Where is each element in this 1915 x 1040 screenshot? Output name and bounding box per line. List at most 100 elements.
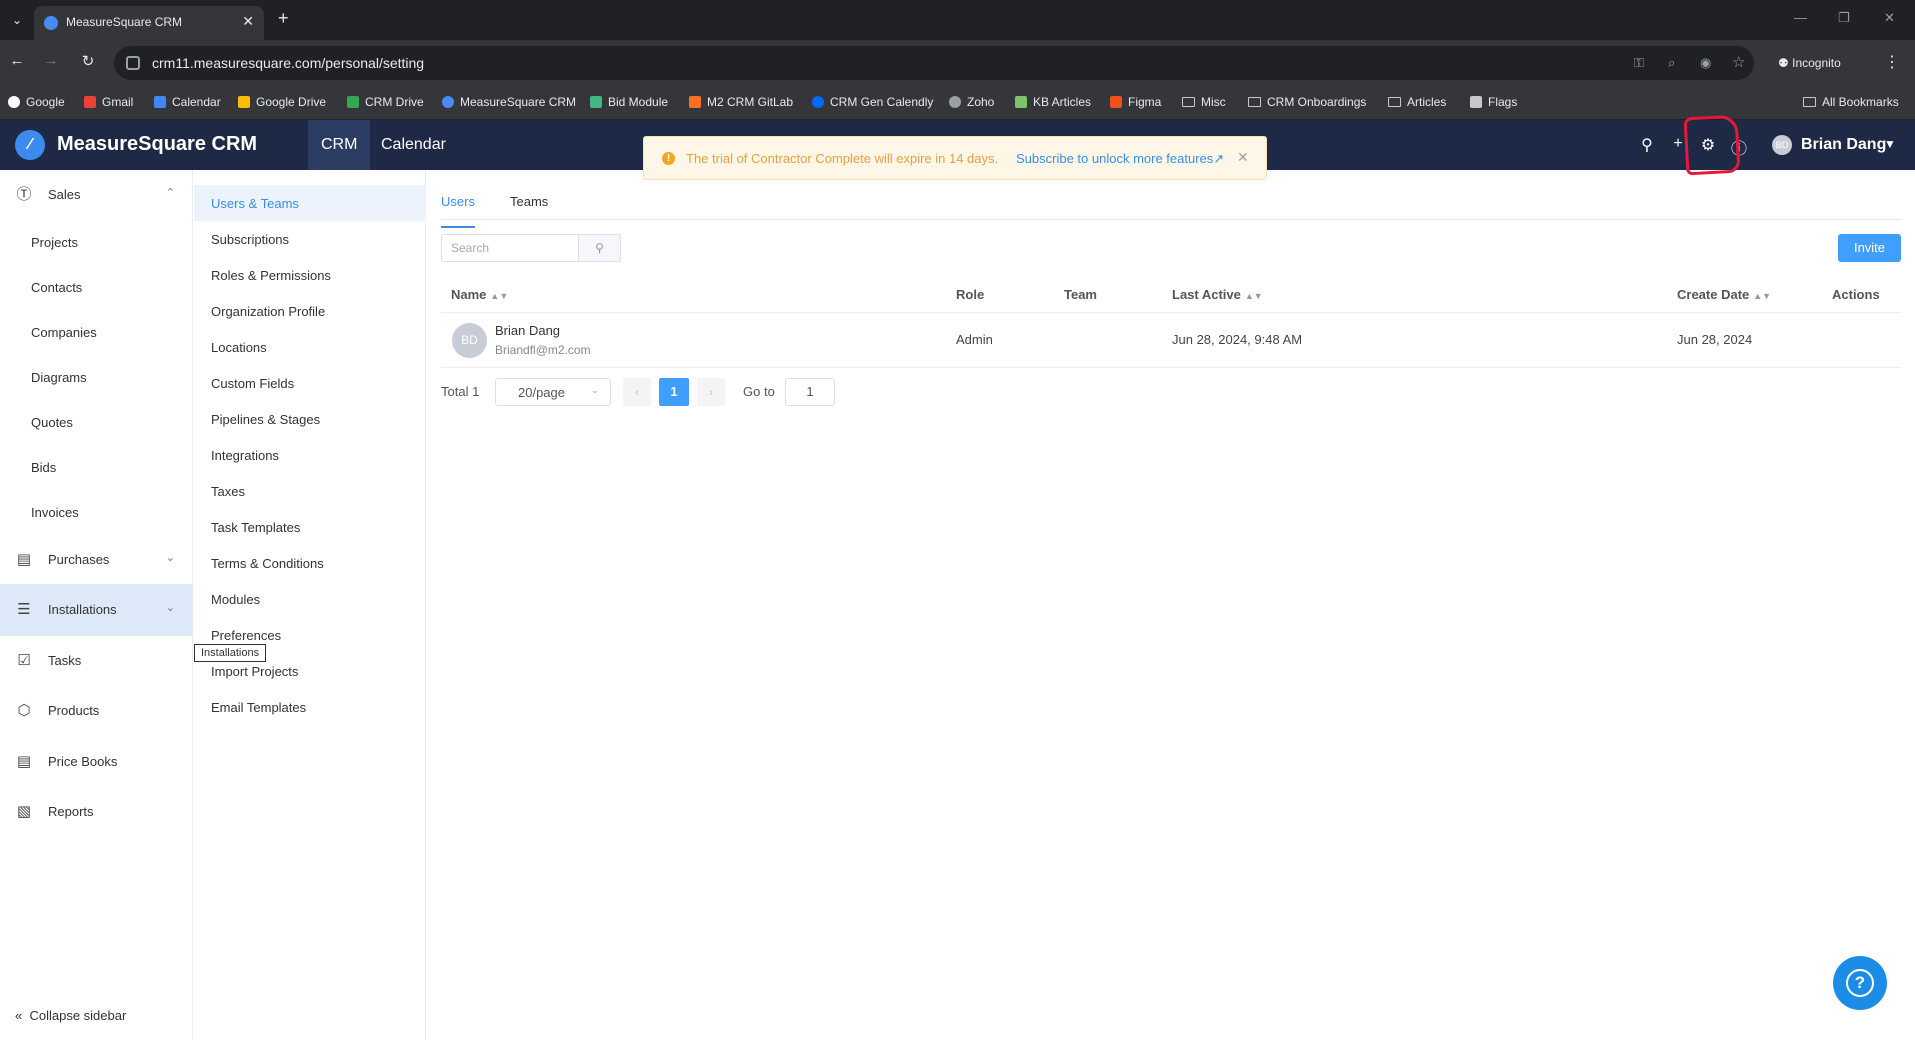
minimize-icon[interactable]: — xyxy=(1794,10,1807,25)
settings-item-locations[interactable]: Locations xyxy=(194,329,426,365)
app-title[interactable]: MeasureSquare CRM xyxy=(57,133,257,156)
table-row[interactable]: BD Brian Dang Briandfl@m2.com Admin Jun … xyxy=(441,313,1901,368)
bookmark-folder-misc[interactable]: Misc xyxy=(1182,95,1226,109)
bookmark-kb-articles[interactable]: KB Articles xyxy=(1015,95,1091,109)
search-icon: ⚲ xyxy=(595,241,604,255)
sidebar-item-tasks[interactable]: ☑ Tasks xyxy=(0,639,193,683)
search-button[interactable]: ⚲ xyxy=(578,234,621,262)
bookmark-calendly[interactable]: CRM Gen Calendly xyxy=(812,95,933,109)
bookmark-crm-drive[interactable]: CRM Drive xyxy=(347,95,424,109)
calendly-icon xyxy=(812,96,824,108)
avatar[interactable]: BD xyxy=(1772,135,1792,155)
settings-item-subscriptions[interactable]: Subscriptions xyxy=(194,221,426,257)
goto-page-input[interactable]: 1 xyxy=(785,378,835,406)
bookmark-google[interactable]: Google xyxy=(8,95,65,109)
page-size-select[interactable]: 20/page ⌄ xyxy=(495,378,611,406)
bookmark-bid-module[interactable]: Bid Module xyxy=(590,95,668,109)
column-header-name[interactable]: Name ▲▼ xyxy=(451,287,508,302)
close-window-icon[interactable]: ✕ xyxy=(1884,10,1895,26)
sidebar-item-bids[interactable]: Bids xyxy=(31,460,56,475)
settings-item-task-templates[interactable]: Task Templates xyxy=(194,509,426,545)
incognito-indicator[interactable]: ⚉ Incognito xyxy=(1768,49,1851,77)
total-count: Total 1 xyxy=(441,384,480,399)
collapse-sidebar-button[interactable]: « Collapse sidebar xyxy=(15,1008,126,1023)
sidebar-item-reports[interactable]: ▧ Reports xyxy=(0,790,193,834)
tab-crm[interactable]: CRM xyxy=(308,120,371,170)
sidebar-item-purchases[interactable]: ▤ Purchases ⌄ xyxy=(0,538,193,582)
settings-item-organization-profile[interactable]: Organization Profile xyxy=(194,293,426,329)
folder-icon xyxy=(1803,97,1816,107)
calendar-icon xyxy=(154,96,166,108)
tab-search-chevron-icon[interactable]: ⌄ xyxy=(6,9,28,31)
sort-icon[interactable]: ▲▼ xyxy=(1245,291,1263,301)
bookmark-star-icon[interactable]: ☆ xyxy=(1732,53,1745,71)
bookmark-zoho[interactable]: Zoho xyxy=(949,95,994,109)
tab-calendar[interactable]: Calendar xyxy=(368,120,459,170)
forward-icon[interactable]: → xyxy=(40,52,62,69)
sidebar-item-sales[interactable]: Ⓣ Sales ⌃ xyxy=(0,173,193,217)
bookmark-folder-articles[interactable]: Articles xyxy=(1388,95,1446,109)
url-text[interactable]: crm11.measuresquare.com/personal/setting xyxy=(152,55,424,71)
sidebar-item-diagrams[interactable]: Diagrams xyxy=(31,370,87,385)
sort-icon[interactable]: ▲▼ xyxy=(490,291,508,301)
settings-item-terms-conditions[interactable]: Terms & Conditions xyxy=(194,545,426,581)
sidebar-item-price-books[interactable]: ▤ Price Books xyxy=(0,740,193,784)
settings-item-pipelines-stages[interactable]: Pipelines & Stages xyxy=(194,401,426,437)
sidebar-item-projects[interactable]: Projects xyxy=(31,235,78,250)
bookmark-gitlab[interactable]: M2 CRM GitLab xyxy=(689,95,793,109)
bookmark-flags[interactable]: Flags xyxy=(1470,95,1517,109)
browser-menu-icon[interactable]: ⋮ xyxy=(1884,52,1900,72)
sort-icon[interactable]: ▲▼ xyxy=(1753,291,1771,301)
restore-icon[interactable]: ❐ xyxy=(1838,10,1850,26)
bookmark-gmail[interactable]: Gmail xyxy=(84,95,133,109)
drive-icon xyxy=(238,96,250,108)
close-banner-icon[interactable]: ✕ xyxy=(1237,149,1249,166)
settings-item-integrations[interactable]: Integrations xyxy=(194,437,426,473)
settings-item-modules[interactable]: Modules xyxy=(194,581,426,617)
settings-item-custom-fields[interactable]: Custom Fields xyxy=(194,365,426,401)
dollar-circle-icon: Ⓣ xyxy=(16,186,32,203)
invite-button[interactable]: Invite xyxy=(1838,234,1901,262)
back-icon[interactable]: ← xyxy=(6,52,28,69)
column-header-last-active[interactable]: Last Active ▲▼ xyxy=(1172,287,1263,302)
sidebar-item-quotes[interactable]: Quotes xyxy=(31,415,73,430)
bookmark-calendar[interactable]: Calendar xyxy=(154,95,221,109)
bookmark-figma[interactable]: Figma xyxy=(1110,95,1161,109)
chevron-up-icon: ⌃ xyxy=(165,187,175,199)
help-fab-button[interactable]: ? xyxy=(1833,956,1887,1010)
bookmark-measuresquare-crm[interactable]: MeasureSquare CRM xyxy=(442,95,576,109)
subscribe-link[interactable]: Subscribe to unlock more features↗ xyxy=(1016,151,1224,167)
settings-item-email-templates[interactable]: Email Templates xyxy=(194,689,426,725)
sidebar-item-products[interactable]: ⬡ Products xyxy=(0,689,193,733)
site-info-icon[interactable] xyxy=(126,56,140,70)
new-tab-icon[interactable]: + xyxy=(278,8,289,29)
settings-item-roles-permissions[interactable]: Roles & Permissions xyxy=(194,257,426,293)
sidebar-item-installations[interactable]: ☰ Installations ⌄ xyxy=(0,584,193,636)
tab-users[interactable]: Users xyxy=(441,194,475,228)
caret-down-icon[interactable]: ▼ xyxy=(1884,137,1896,151)
close-tab-icon[interactable]: ✕ xyxy=(242,13,254,30)
search-icon[interactable]: ⚲ xyxy=(1637,135,1657,155)
prev-page-button[interactable]: ‹ xyxy=(623,378,651,406)
all-bookmarks[interactable]: All Bookmarks xyxy=(1803,95,1899,109)
sidebar-item-contacts[interactable]: Contacts xyxy=(31,280,82,295)
next-page-button[interactable]: › xyxy=(697,378,725,406)
omnibox[interactable]: crm11.measuresquare.com/personal/setting… xyxy=(114,46,1754,80)
user-name[interactable]: Brian Dang xyxy=(1801,136,1886,154)
reload-icon[interactable]: ↻ xyxy=(77,52,99,70)
bookmark-google-drive[interactable]: Google Drive xyxy=(238,95,326,109)
google-icon xyxy=(8,96,20,108)
column-header-create-date[interactable]: Create Date ▲▼ xyxy=(1677,287,1771,302)
key-icon[interactable]: ⚿ xyxy=(1634,55,1644,71)
current-page-button[interactable]: 1 xyxy=(659,378,689,406)
settings-item-taxes[interactable]: Taxes xyxy=(194,473,426,509)
settings-item-users-teams[interactable]: Users & Teams xyxy=(194,185,426,221)
measuresquare-logo-icon[interactable]: ∕ xyxy=(15,130,45,160)
sidebar-item-invoices[interactable]: Invoices xyxy=(31,505,79,520)
zoom-icon[interactable]: ⌕ xyxy=(1668,55,1675,71)
tab-teams[interactable]: Teams xyxy=(510,194,548,209)
tracking-blocked-icon[interactable]: ◉ xyxy=(1700,55,1711,71)
sidebar-item-companies[interactable]: Companies xyxy=(31,325,97,340)
bookmark-folder-crm-onboardings[interactable]: CRM Onboardings xyxy=(1248,95,1366,109)
browser-tab[interactable]: MeasureSquare CRM ✕ xyxy=(34,6,264,40)
